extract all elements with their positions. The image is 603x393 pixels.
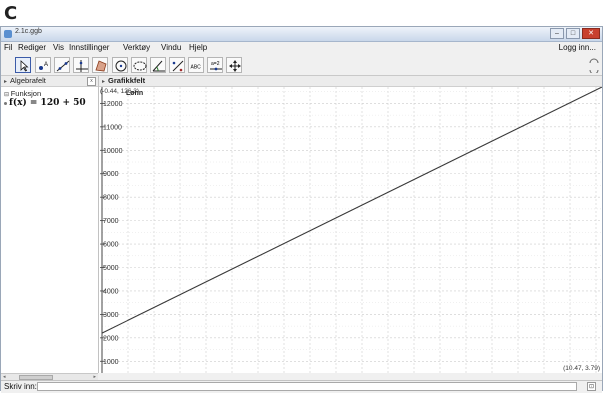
y-tick-label: 10000 [103, 148, 123, 155]
graphics-view: ▸ Grafikkfelt 1000 2000 3000 4000 5000 6000 700… [99, 76, 602, 373]
algebra-header: ▸ Algebrafelt x [1, 76, 98, 87]
y-tick-label: 5000 [103, 265, 119, 272]
visibility-dot-icon[interactable] [4, 102, 7, 105]
menu-vis[interactable]: Vis [53, 43, 64, 52]
y-tick-label: 1000 [103, 359, 119, 366]
svg-text:a=2: a=2 [211, 61, 220, 67]
input-help-icon[interactable]: ⊡ [587, 382, 596, 391]
y-tick-label: 7000 [103, 218, 119, 225]
tree-group-label: Funksjon [10, 89, 42, 98]
algebra-close-icon[interactable]: x [87, 77, 96, 86]
graph-canvas[interactable]: 1000 2000 3000 4000 5000 6000 7000 8000 9000 1000… [99, 87, 602, 373]
menu-bar: Fil Rediger Vis Innstillinger Verktøy Vi… [1, 42, 602, 55]
function-entry[interactable]: f(x) = 120 + 50 [4, 98, 86, 108]
undo-redo-icon[interactable] [588, 57, 600, 75]
minimize-button[interactable]: – [550, 28, 564, 39]
top-coordinate-readout: (-0.44, 126.3) [100, 88, 139, 95]
y-tick-label: 12000 [103, 101, 123, 108]
toolbar: A ABC a=2 [1, 55, 602, 76]
text-tool-icon[interactable]: ABC [188, 57, 204, 73]
reflect-tool-icon[interactable] [169, 57, 185, 73]
y-tick-label: 6000 [103, 242, 119, 249]
menu-rediger[interactable]: Rediger [18, 43, 46, 52]
polygon-tool-icon[interactable] [92, 57, 108, 73]
maximize-button[interactable]: □ [566, 28, 580, 39]
app-icon [4, 30, 12, 38]
point-tool-icon[interactable]: A [35, 57, 51, 73]
algebra-header-label: Algebrafelt [10, 76, 46, 85]
y-tick-label: 11000 [103, 124, 122, 131]
collapse-triangle-icon[interactable]: ▸ [4, 78, 7, 85]
move-tool-icon[interactable] [15, 57, 31, 73]
geogebra-window: 2.1c.ggb – □ ✕ Fil Rediger Vis Innstilli… [0, 26, 603, 393]
input-label: Skriv inn: [4, 382, 37, 391]
menu-fil[interactable]: Fil [4, 43, 12, 52]
function-text: f(x) = 120 + 50 [9, 98, 86, 108]
input-bar: Skriv inn: ⊡ [1, 380, 602, 393]
collapse-triangle-icon[interactable]: ▸ [102, 78, 105, 85]
svg-text:A: A [44, 62, 48, 68]
y-tick-label: 2000 [103, 335, 119, 342]
menu-vindu[interactable]: Vindu [161, 43, 181, 52]
window-title: 2.1c.ggb [15, 28, 42, 35]
command-input[interactable] [37, 382, 577, 391]
conic-tool-icon[interactable] [131, 57, 147, 73]
graphics-header: ▸ Grafikkfelt [99, 76, 602, 87]
login-link[interactable]: Logg inn... [559, 43, 596, 52]
figure-panel-letter: C [4, 3, 18, 24]
menu-verktoy[interactable]: Verktøy [123, 43, 150, 52]
bottom-coordinate-readout: (10.47, 3.79) [563, 365, 600, 372]
y-tick-label: 4000 [103, 288, 119, 295]
y-tick-label: 9000 [103, 171, 119, 178]
angle-tool-icon[interactable] [150, 57, 166, 73]
slider-tool-icon[interactable]: a=2 [207, 57, 223, 73]
algebra-view: ▸ Algebrafelt x ⊟ Funksjon f(x) = 120 + 5… [1, 76, 99, 373]
y-tick-label: 8000 [103, 195, 119, 202]
menu-hjelp[interactable]: Hjelp [189, 43, 207, 52]
title-bar: 2.1c.ggb – □ ✕ [1, 27, 602, 42]
circle-tool-icon[interactable] [112, 57, 128, 73]
function-graph-line [101, 87, 602, 334]
line-tool-icon[interactable] [54, 57, 70, 73]
tree-group-funksjon[interactable]: ⊟ Funksjon [4, 89, 41, 98]
close-button[interactable]: ✕ [582, 28, 600, 39]
svg-text:ABC: ABC [191, 65, 202, 71]
perpendicular-tool-icon[interactable] [73, 57, 89, 73]
move-graphics-tool-icon[interactable] [226, 57, 242, 73]
menu-innstillinger[interactable]: Innstillinger [69, 43, 109, 52]
graphics-header-label: Grafikkfelt [108, 76, 146, 85]
y-tick-label: 3000 [103, 312, 119, 319]
